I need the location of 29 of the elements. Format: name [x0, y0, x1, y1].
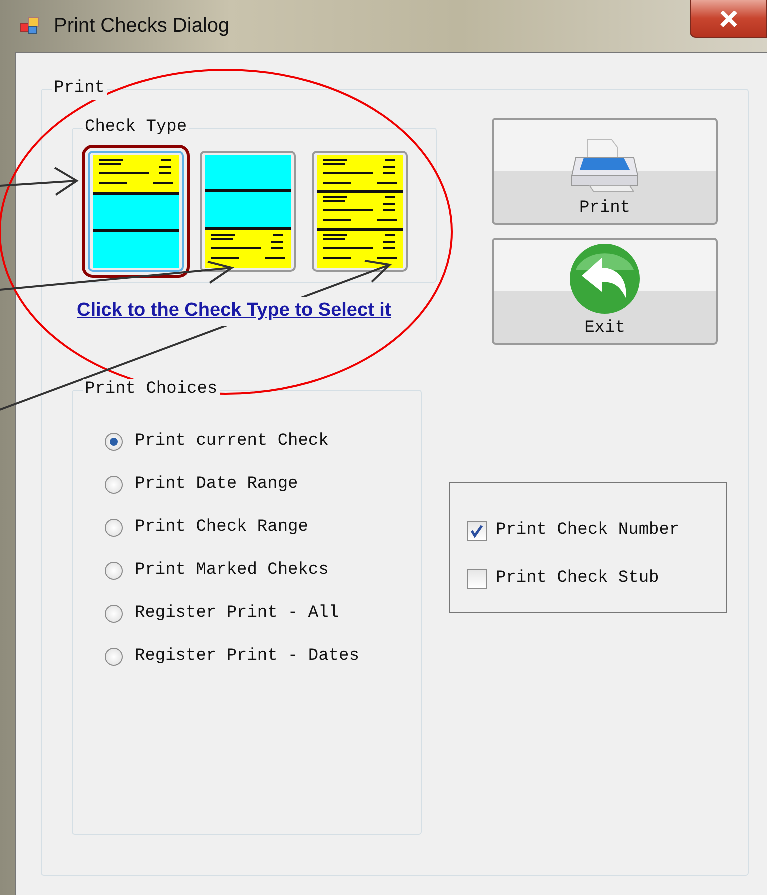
checkbox[interactable]: [467, 521, 487, 541]
check-type-option[interactable]: [312, 151, 408, 272]
group-label: Print: [52, 78, 108, 100]
check-layout-icon: [205, 155, 291, 268]
radio-label: Print current Check: [135, 431, 329, 454]
close-icon: [720, 10, 738, 26]
radio-label: Print Date Range: [135, 474, 298, 496]
check-type-option[interactable]: [200, 151, 296, 272]
radio-button[interactable]: [105, 433, 123, 451]
print-button[interactable]: Print: [492, 118, 718, 225]
app-icon: [20, 16, 42, 36]
check-layout-icon: [93, 155, 179, 268]
radio-label: Register Print - All: [135, 603, 340, 626]
radio-button[interactable]: [105, 519, 123, 537]
radio-label: Register Print - Dates: [135, 646, 360, 668]
window-title: Print Checks Dialog: [54, 14, 230, 39]
radio-button[interactable]: [105, 476, 123, 494]
exit-button[interactable]: Exit: [492, 238, 718, 345]
radio-label: Print Marked Chekcs: [135, 560, 329, 582]
radio-button[interactable]: [105, 605, 123, 623]
radio-button[interactable]: [105, 562, 123, 580]
checkbox-label: Print Check Number: [496, 520, 680, 542]
checkbox-label: Print Check Stub: [496, 568, 660, 590]
check-layout-icon: [317, 155, 403, 268]
radio-button[interactable]: [105, 648, 123, 666]
close-button[interactable]: [690, 0, 767, 38]
radio-label: Print Check Range: [135, 517, 308, 540]
checkbox[interactable]: [467, 569, 487, 589]
hint-link[interactable]: Click to the Check Type to Select it: [77, 297, 392, 326]
